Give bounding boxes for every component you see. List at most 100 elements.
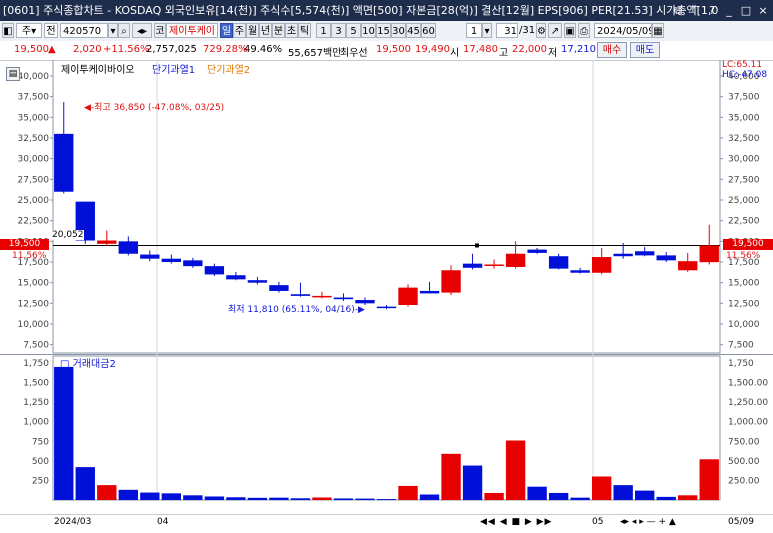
volume-ratio: 729.28% xyxy=(203,44,248,55)
stock-name-field[interactable]: 제이투케이 xyxy=(166,23,218,38)
volume-bar-24 xyxy=(570,497,590,500)
volume-bar-4 xyxy=(140,492,160,500)
candle-body-30 xyxy=(699,245,719,263)
period-tab-2[interactable]: 월 xyxy=(246,23,259,38)
period-tab-6[interactable]: 틱 xyxy=(298,23,311,38)
volume-bar-11 xyxy=(290,498,311,500)
volume-bar-28 xyxy=(656,496,676,500)
layout-icon[interactable]: ◧ xyxy=(2,23,14,38)
chart-menu-icon[interactable]: ▤ xyxy=(6,67,20,81)
interval-button-6[interactable]: 45 xyxy=(406,23,421,38)
interval-button-2[interactable]: 5 xyxy=(346,23,361,38)
candle-body-20 xyxy=(484,264,504,266)
interval-button-3[interactable]: 10 xyxy=(361,23,376,38)
period-tab-3[interactable]: 년 xyxy=(259,23,272,38)
interval-value[interactable]: 1 xyxy=(466,23,482,38)
price-axis-label-left-6: 25,000 xyxy=(18,196,50,206)
candle-body-19 xyxy=(462,263,483,268)
candle-body-7 xyxy=(204,266,225,275)
price-axis-label-right-11: 12,500 xyxy=(728,299,760,309)
pin-icon[interactable]: ⊤ xyxy=(689,0,701,21)
candle-body-28 xyxy=(656,255,676,261)
best-ask: 19,500 xyxy=(376,44,411,55)
volume-axis-label-right-2: 1,250.00 xyxy=(728,398,768,408)
high-price: 22,000 xyxy=(512,44,547,55)
interval-button-7[interactable]: 60 xyxy=(421,23,436,38)
low-price: 17,210 xyxy=(561,44,596,55)
volume-bar-26 xyxy=(613,485,633,500)
volume-bar-17 xyxy=(419,494,440,500)
draw-line-icon[interactable]: ↗ xyxy=(548,23,562,38)
price-axis-label-right-6: 25,000 xyxy=(728,196,760,206)
stock-nav-icon[interactable]: ◂▸ xyxy=(132,23,152,38)
candle-body-26 xyxy=(613,253,633,257)
price-axis-label-right-12: 10,000 xyxy=(728,320,760,330)
market-mode[interactable]: 전 xyxy=(44,23,58,38)
open-price: 17,480 xyxy=(463,44,498,55)
volume-bar-8 xyxy=(226,497,246,500)
change-percent: +11.56% xyxy=(103,44,150,55)
market-select[interactable]: 주▾ xyxy=(16,23,42,38)
period-tab-1[interactable]: 주 xyxy=(233,23,246,38)
stock-chart[interactable]: 40,000 40,00037,500 37,50035,000 35,00032,5… xyxy=(0,60,773,515)
candle-body-27 xyxy=(635,251,655,256)
copy-icon[interactable]: ⧉ xyxy=(672,0,684,21)
trade-amount: 55,657백만 xyxy=(288,48,342,59)
volume-bar-12 xyxy=(312,497,332,500)
interval-button-5[interactable]: 30 xyxy=(391,23,406,38)
x-label-may: 05 xyxy=(592,517,604,527)
scroll-controls[interactable]: ◀◀ ◀ ■ ▶ ▶▶ xyxy=(480,517,552,527)
candle-body-5 xyxy=(161,258,182,262)
volume-bar-20 xyxy=(484,492,504,500)
volume-bar-19 xyxy=(462,465,483,500)
volume-bar-22 xyxy=(527,486,547,500)
volume-axis-label-right-6: 250.00 xyxy=(728,476,760,486)
price-axis-label-left-10: 15,000 xyxy=(18,279,50,289)
interval-button-1[interactable]: 3 xyxy=(331,23,346,38)
volume-bar-3 xyxy=(118,489,138,500)
search-icon[interactable]: ⌕ xyxy=(118,23,130,38)
price-axis-label-right-3: 32,500 xyxy=(728,134,760,144)
volume-bar-18 xyxy=(441,453,461,500)
period-tab-5[interactable]: 초 xyxy=(285,23,298,38)
maximize-icon[interactable]: □ xyxy=(740,0,752,21)
legend-stock-name: 제이투케이바이오 xyxy=(61,65,135,76)
change-arrow: ▲ xyxy=(48,44,56,55)
volume-bar-29 xyxy=(678,495,698,500)
interval-button-0[interactable]: 1 xyxy=(316,23,331,38)
code-input[interactable]: 420570 xyxy=(60,23,108,38)
count-input[interactable]: 31 xyxy=(496,23,518,38)
best-ask-label: 최우선 xyxy=(340,48,368,59)
interval-dropdown-icon[interactable]: ▾ xyxy=(482,23,492,38)
candle-body-10 xyxy=(269,285,289,291)
calendar-icon[interactable]: ▦ xyxy=(652,23,664,38)
volume-axis-label-right-0: 1,750 xyxy=(728,359,754,369)
settings-icon[interactable]: ⚙ xyxy=(536,23,546,38)
volume-panel-frame xyxy=(52,355,721,501)
save-icon[interactable]: ▣ xyxy=(564,23,576,38)
zoom-controls[interactable]: ◂▸ ◂ ▸ — + ▲ xyxy=(620,517,676,527)
period-tab-0[interactable]: 일 xyxy=(220,23,233,38)
date-input[interactable]: 2024/05/09 xyxy=(594,23,652,38)
window-title: [0601] 주식종합차트 - KOSDAQ 외국인보유[14(천)] 주식수[… xyxy=(3,4,719,17)
x-label-start: 2024/03 xyxy=(54,517,92,527)
buy-button[interactable]: 매수 xyxy=(597,42,627,58)
close-icon[interactable]: × xyxy=(757,0,769,21)
period-tab-4[interactable]: 분 xyxy=(272,23,285,38)
candle-body-12 xyxy=(312,295,332,298)
minimize-icon[interactable]: _ xyxy=(723,0,735,21)
high-label: 고 xyxy=(499,48,509,59)
current-price: 19,500 xyxy=(14,44,49,55)
candle-body-6 xyxy=(183,260,203,267)
price-axis-label-left-3: 32,500 xyxy=(18,134,50,144)
code-dropdown-icon[interactable]: ▾ xyxy=(108,23,118,38)
print-icon[interactable]: ⎙ xyxy=(578,23,590,38)
low-label: 저 xyxy=(548,48,558,59)
help-icon[interactable]: ? xyxy=(706,0,718,21)
change-badge-left: 11.56% xyxy=(12,251,47,261)
volume-bar-23 xyxy=(548,492,569,500)
price-badge-left: 19,500 xyxy=(0,239,49,250)
interval-button-4[interactable]: 15 xyxy=(376,23,391,38)
sell-button[interactable]: 매도 xyxy=(630,42,660,58)
chart-toolbar: ◧ 주▾ 전 420570 ▾ ⌕ ◂▸ 코 제이투케이 일주월년분초틱 135… xyxy=(0,21,773,42)
